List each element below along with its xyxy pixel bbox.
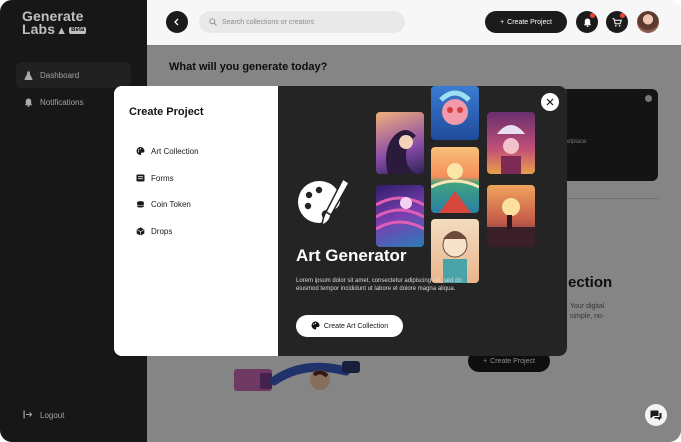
menu-item-label: Forms <box>151 173 174 183</box>
plus-icon: + <box>500 18 505 26</box>
chevron-left-icon <box>174 18 179 26</box>
search-input[interactable]: Search collections or creators <box>199 11 405 33</box>
back-button[interactable] <box>166 11 188 33</box>
create-project-label: Create Project <box>507 18 552 26</box>
palette-brush-icon <box>298 177 350 227</box>
create-project-modal: Create Project Art Collection Forms Coin… <box>114 86 567 356</box>
close-icon <box>546 98 554 106</box>
top-bar: Search collections or creators + Create … <box>147 0 681 46</box>
panel-title: Art Generator <box>296 246 407 265</box>
palette-icon <box>136 147 145 156</box>
menu-item-drops[interactable]: Drops <box>136 224 172 238</box>
menu-item-coin-token[interactable]: Coin Token <box>136 197 191 211</box>
artwork-tile <box>487 185 535 247</box>
project-type-menu: Create Project Art Collection Forms Coin… <box>114 86 278 356</box>
artwork-tile <box>431 147 479 213</box>
form-icon <box>136 174 145 183</box>
cart-button[interactable] <box>606 11 628 33</box>
artwork-tile <box>487 112 535 174</box>
bell-icon <box>583 17 591 27</box>
menu-item-label: Drops <box>151 226 173 236</box>
art-generator-panel: Art Generator Lorem ipsum dolor sit amet… <box>278 86 567 356</box>
avatar[interactable] <box>637 11 659 33</box>
menu-item-label: Coin Token <box>151 199 191 209</box>
notifications-button[interactable] <box>576 11 598 33</box>
close-button[interactable] <box>541 93 559 111</box>
chat-button[interactable] <box>645 404 667 426</box>
app-window: Generate Labs▲ Beta Dashboard Notificatio… <box>0 0 681 442</box>
artwork-tile <box>431 219 479 283</box>
search-placeholder: Search collections or creators <box>222 18 315 26</box>
search-icon <box>209 18 217 26</box>
menu-item-label: Art Collection <box>151 146 199 156</box>
modal-title: Create Project <box>129 106 204 118</box>
create-project-button[interactable]: + Create Project <box>485 11 567 33</box>
artwork-tile <box>376 185 424 247</box>
cube-icon <box>136 226 145 236</box>
notification-dot <box>590 13 595 18</box>
palette-icon <box>311 321 320 332</box>
menu-item-art-collection[interactable]: Art Collection <box>136 144 199 158</box>
cart-icon <box>612 17 622 27</box>
artwork-tile <box>431 86 479 140</box>
create-art-collection-label: Create Art Collection <box>323 322 389 330</box>
panel-description: Lorem ipsum dolor sit amet, consectetur … <box>296 278 462 292</box>
create-art-collection-button[interactable]: Create Art Collection <box>296 315 403 337</box>
cart-dot <box>620 13 625 18</box>
coin-icon <box>136 200 145 209</box>
artwork-tile <box>376 112 424 174</box>
chat-icon <box>650 410 662 420</box>
menu-item-forms[interactable]: Forms <box>136 171 174 185</box>
